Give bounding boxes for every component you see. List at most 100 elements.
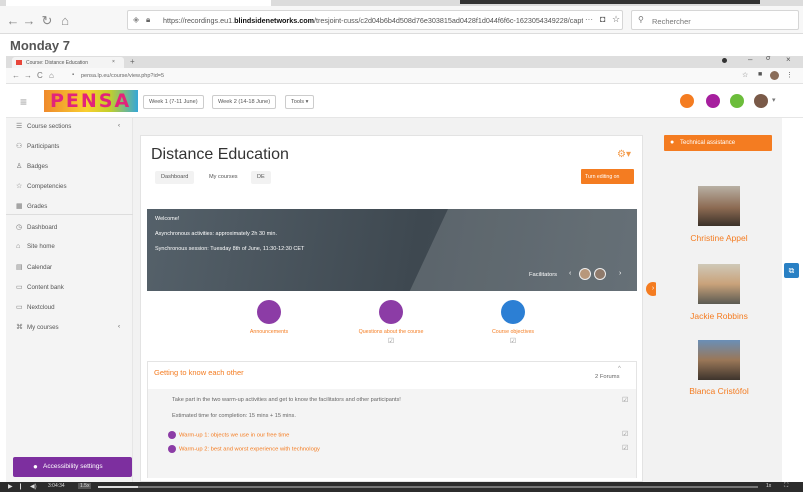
collapse-section-icon[interactable]: ^ — [618, 366, 621, 372]
section-title[interactable]: Getting to know each other — [154, 368, 244, 377]
warmup1-link[interactable]: Warm-up 1: objects we use in our free ti… — [168, 431, 289, 439]
accessibility-icon: ● — [33, 462, 38, 471]
record-icon — [722, 58, 727, 63]
expand-icon[interactable]: ‹ — [118, 323, 120, 330]
sidebar-item-badges[interactable]: ♙ Badges — [16, 162, 48, 170]
sidebar-item-participants[interactable]: ⚇ Participants — [16, 142, 59, 150]
extension-icon[interactable]: ■ — [758, 71, 762, 78]
maximize-icon[interactable]: σ — [766, 55, 770, 62]
back-icon[interactable]: ← — [6, 14, 20, 27]
home-icon[interactable]: ⌂ — [58, 14, 72, 27]
sidebar-item-grades[interactable]: ▦ Grades — [16, 202, 47, 210]
dashboard-icon: ◷ — [16, 224, 23, 231]
week1-button[interactable]: Week 1 (7-11 June) — [143, 95, 204, 109]
breadcrumb-dashboard[interactable]: Dashboard — [155, 171, 195, 184]
forum-icon — [168, 431, 176, 439]
sidebar-item-dashboard[interactable]: ◷ Dashboard — [16, 223, 57, 231]
progress-bar[interactable] — [98, 486, 758, 488]
inner-tab[interactable]: Course: Distance Education × — [12, 57, 124, 68]
inner-star-icon[interactable]: ☆ — [742, 71, 748, 79]
completion-checkbox-icon[interactable]: ☑ — [453, 337, 573, 345]
inner-forward-icon[interactable]: → — [24, 71, 32, 80]
notification-icon[interactable] — [680, 94, 694, 108]
profile-avatar[interactable] — [770, 71, 779, 80]
completion-checkbox-icon[interactable]: ☑ — [622, 444, 628, 452]
courses-icon: ⌘ — [16, 324, 23, 331]
right-panel: ● Technical assistance Christine Appel Ja… — [656, 118, 782, 482]
user-avatar[interactable] — [754, 94, 768, 108]
warmup2-link[interactable]: Warm-up 2: best and worst experience wit… — [168, 445, 320, 453]
facilitator-photo-blanca — [698, 340, 740, 380]
carousel-prev-icon[interactable]: ‹ — [569, 270, 571, 277]
menu-icon[interactable]: ⋮ — [786, 71, 793, 79]
activity-questions[interactable]: Questions about the course ☑ — [331, 300, 451, 345]
pensa-logo[interactable]: PENSA — [44, 90, 138, 112]
close-tab-icon[interactable]: × — [112, 59, 115, 65]
play-icon[interactable]: ▶ — [8, 483, 13, 490]
completion-checkbox-icon[interactable]: ☑ — [331, 337, 451, 345]
playback-bar: ▶ ❙ ◀) 3:04:34 1.5x 1x ⛶ — [0, 482, 803, 492]
sections-icon: ☰ — [16, 123, 23, 130]
hamburger-icon[interactable]: ≡ — [20, 95, 27, 109]
inner-home-icon[interactable]: ⌂ — [49, 71, 54, 80]
accessibility-settings-button[interactable]: ● Accessibility settings — [13, 457, 132, 477]
tab-favicon-icon — [16, 60, 22, 65]
forum-icon — [257, 300, 281, 324]
bookmark-star-icon[interactable]: ☆ — [612, 14, 620, 25]
sidebar-item-nextcloud[interactable]: ▭ Nextcloud — [16, 303, 55, 311]
outer-url-bar[interactable]: ◈ 🔒︎ https://recordings.eu1.blindsidenet… — [127, 10, 623, 30]
completion-checkbox-icon[interactable]: ☑ — [622, 396, 628, 404]
facilitator-photo-jackie — [698, 264, 740, 304]
fullscreen-icon[interactable]: ⛶ — [784, 483, 788, 490]
pocket-icon[interactable]: ◘ — [600, 14, 605, 24]
messages-icon[interactable] — [706, 94, 720, 108]
gear-icon[interactable]: ⚙▾ — [617, 149, 631, 160]
new-tab-icon[interactable]: + — [130, 57, 135, 66]
sidebar-item-calendar[interactable]: ▤ Calendar — [16, 263, 52, 271]
sidebar-item-site-home[interactable]: ⌂ Site home — [16, 243, 55, 250]
page-actions-icon[interactable]: ··· — [585, 15, 593, 24]
activity-announcements[interactable]: Announcements — [209, 300, 329, 335]
chat-icon[interactable] — [730, 94, 744, 108]
inner-lock-icon: ▪ — [72, 72, 75, 78]
technical-assistance-button[interactable]: ● Technical assistance — [664, 135, 772, 151]
minimize-icon[interactable]: – — [748, 55, 752, 64]
tools-dropdown[interactable]: Tools ▾ — [285, 95, 315, 109]
facilitator-name: Christine Appel — [690, 233, 748, 243]
playback-rate[interactable]: 1x — [766, 483, 771, 489]
close-window-icon[interactable]: × — [786, 55, 791, 64]
inner-tab-bar: Course: Distance Education × + – σ × — [6, 55, 803, 68]
inner-url[interactable]: pensa.lp.eu/course/view.php?id=5 — [81, 73, 164, 79]
screen-share-icon[interactable]: ⧉ — [784, 263, 799, 278]
sidebar-item-content-bank[interactable]: ▭ Content bank — [16, 283, 64, 291]
sidebar-item-course-sections[interactable]: ☰ Course sections ‹ — [16, 122, 120, 130]
completion-checkbox-icon[interactable]: ☑ — [622, 430, 628, 438]
carousel-next-icon[interactable]: › — [619, 270, 621, 277]
outer-search-bar[interactable]: ⚲ Rechercher — [631, 10, 799, 30]
inner-address-bar: ← → C ⌂ ▪ pensa.lp.eu/course/view.php?id… — [6, 68, 803, 84]
breadcrumb-my-courses[interactable]: My courses — [203, 171, 244, 184]
site-navbar: ≡ PENSA Week 1 (7-11 June) Week 2 (14-18… — [6, 84, 803, 118]
section-time: Estimated time for completion: 15 mins +… — [172, 413, 296, 419]
activity-course-objectives[interactable]: Course objectives ☑ — [453, 300, 573, 345]
skip-icon[interactable]: ❙ — [18, 483, 23, 490]
volume-icon[interactable]: ◀) — [30, 483, 37, 490]
calendar-icon: ▤ — [16, 264, 23, 271]
breadcrumb-de[interactable]: DE — [251, 171, 271, 184]
inner-reload-icon[interactable]: C — [37, 71, 43, 80]
badge-icon: ♙ — [16, 163, 23, 170]
inner-back-icon[interactable]: ← — [12, 71, 20, 80]
user-menu-chevron-icon[interactable]: ▾ — [772, 96, 776, 104]
sidebar-item-competencies[interactable]: ☆ Competencies — [16, 182, 67, 190]
participants-icon: ⚇ — [16, 143, 23, 150]
sidebar-item-my-courses[interactable]: ⌘ My courses ‹ — [16, 323, 120, 331]
sidebar-divider — [6, 214, 133, 215]
collapse-icon[interactable]: ‹ — [118, 122, 120, 129]
reload-icon[interactable]: ↻ — [40, 14, 54, 27]
week2-button[interactable]: Week 2 (14-18 June) — [212, 95, 277, 109]
speed-button[interactable]: 1.5x — [78, 483, 92, 489]
forward-icon[interactable]: → — [22, 14, 36, 27]
turn-editing-button[interactable]: Turn editing on — [581, 169, 634, 184]
forum-icon — [379, 300, 403, 324]
banner-welcome: Welcome! — [155, 216, 180, 222]
